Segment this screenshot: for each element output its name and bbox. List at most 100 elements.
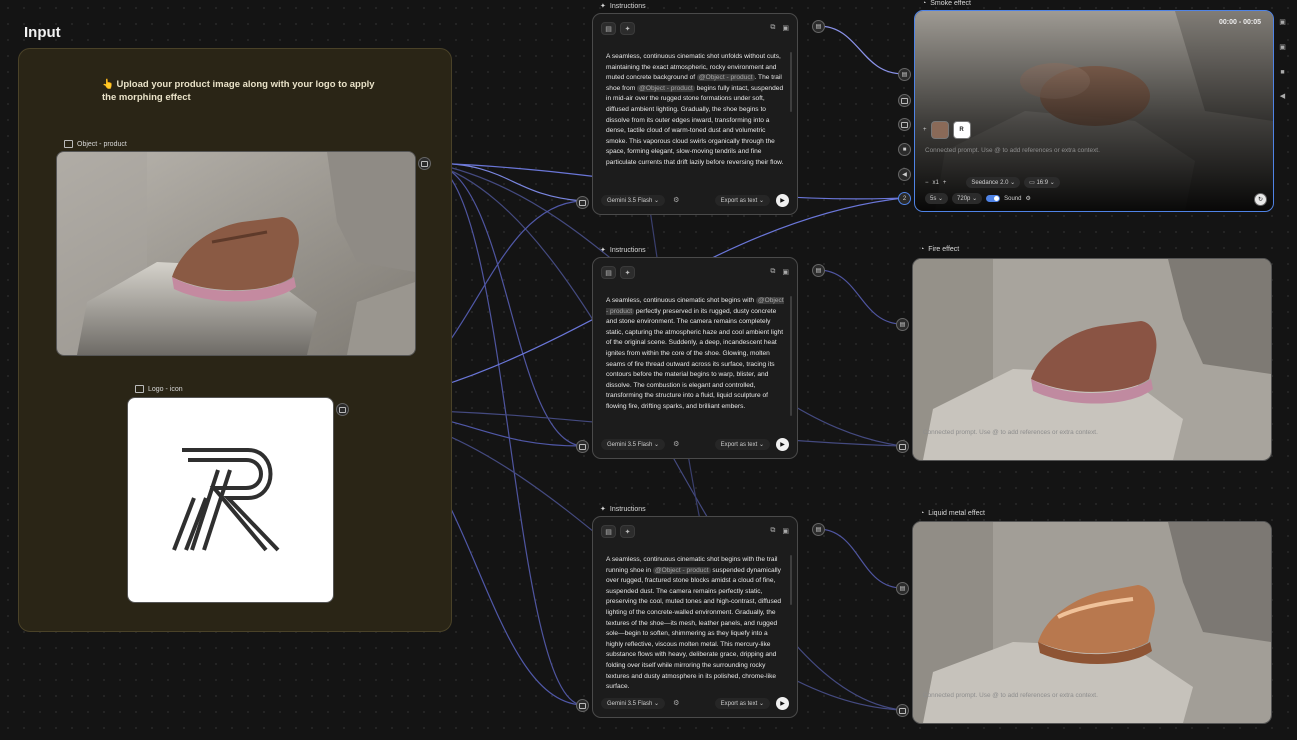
image-icon — [899, 443, 906, 450]
image-icon — [901, 121, 908, 128]
connected-prompt-hint[interactable]: Connected prompt. Use @ to add reference… — [925, 147, 1100, 154]
decrement-button[interactable]: − — [925, 180, 929, 186]
model-select[interactable]: Gemini 3.5 Flash ⌄ — [601, 194, 666, 206]
instructions-3-input-port[interactable] — [576, 699, 589, 712]
model-select[interactable]: Gemini 3.5 Flash ⌄ — [601, 697, 666, 709]
export-as-text-button[interactable]: Export as text ⌄ — [714, 194, 770, 206]
instructions-2-text[interactable]: A seamless, continuous cinematic shot be… — [606, 296, 786, 436]
instructions-2-output-port[interactable]: ▤ — [812, 264, 825, 277]
object-product-label: Object - product — [64, 140, 127, 148]
product-output-port[interactable] — [418, 157, 431, 170]
instructions-2-input-port[interactable] — [576, 440, 589, 453]
audio-icon[interactable]: ◀ — [1277, 91, 1288, 101]
smoke-prompt-port[interactable]: ▤ — [898, 68, 911, 81]
video-generator-icon: ◔ — [920, 510, 925, 517]
video-icon[interactable]: ■ — [1277, 67, 1288, 77]
shoe-photo — [57, 152, 415, 355]
smoke-effect-card[interactable]: 00:00 - 00:05 + R Connected prompt. Use @… — [914, 10, 1274, 212]
sound-toggle[interactable] — [986, 195, 1001, 202]
sparkle-icon[interactable]: ✦ — [620, 266, 635, 279]
instructions-card-2[interactable]: ▤ ✦ ⧉ ▣ A seamless, continuous cinematic s… — [592, 257, 798, 459]
instructions-3-text[interactable]: A seamless, continuous cinematic shot be… — [606, 555, 786, 691]
instructions-3-label: ✦ Instructions — [600, 505, 646, 514]
count-value: x1 — [932, 179, 939, 186]
liquid-image-port[interactable] — [896, 704, 909, 717]
image-icon[interactable]: ▣ — [1277, 42, 1288, 52]
mention-chip[interactable]: @Object - product — [637, 84, 695, 92]
regenerate-button[interactable]: ↻ — [1254, 193, 1267, 206]
run-play-icon[interactable]: ▶ — [776, 437, 789, 451]
text-mode-icon[interactable]: ▤ — [601, 266, 616, 279]
smoke-image-port-2[interactable] — [898, 118, 911, 131]
duration-select[interactable]: 5s ⌄ — [925, 193, 949, 204]
mention-chip[interactable]: @Object - product — [696, 74, 755, 82]
smoke-effect-label-text: Smoke effect — [930, 0, 971, 7]
image-icon — [901, 97, 908, 104]
instructions-card-1[interactable]: ▤ ✦ ⧉ ▣ A seamless, continuous cinematic s… — [592, 13, 798, 215]
instructions-1-text[interactable]: A seamless, continuous cinematic shot un… — [606, 52, 786, 192]
mention-chip[interactable]: @Object - product — [652, 566, 711, 574]
scrollbar[interactable] — [790, 555, 792, 605]
text-mode-icon[interactable]: ▤ — [601, 525, 616, 538]
instructions-3-output-port[interactable]: ▤ — [812, 523, 825, 536]
copy-icon[interactable]: ⧉ — [770, 527, 775, 535]
shoe-reference-thumb[interactable] — [930, 121, 949, 139]
fire-prompt-port[interactable]: ▤ — [896, 318, 909, 331]
image-icon — [579, 199, 586, 206]
sparkle-icon: ✦ — [600, 247, 606, 254]
add-reference-button[interactable]: + — [923, 127, 927, 133]
instructions-1-input-port[interactable] — [576, 196, 589, 209]
aspect-ratio-select[interactable]: ▭ 16:9 ⌄ — [1024, 177, 1060, 188]
export-as-text-button[interactable]: Export as text ⌄ — [714, 438, 770, 450]
upload-note: 👆 Upload your product image along with y… — [102, 78, 382, 104]
scrollbar[interactable] — [790, 52, 792, 112]
image-icon — [421, 160, 428, 167]
copy-icon[interactable]: ⧉ — [770, 268, 775, 276]
text-mode-icon[interactable]: ▤ — [601, 22, 616, 35]
instructions-1-output-port[interactable]: ▤ — [812, 20, 825, 33]
smoke-connection-count[interactable]: 2 — [898, 192, 911, 205]
image-icon[interactable]: ▣ — [1277, 17, 1288, 27]
instructions-card-3[interactable]: ▤ ✦ ⧉ ▣ A seamless, continuous cinematic s… — [592, 516, 798, 718]
ratio-icon: ▭ — [1029, 180, 1035, 186]
smoke-video-port[interactable]: ■ — [898, 143, 911, 156]
expand-icon[interactable]: ▣ — [782, 24, 789, 32]
product-image-card[interactable] — [56, 151, 416, 356]
model-select[interactable]: Seedance 2.0 ⌄ — [966, 177, 1021, 188]
smoke-image-port[interactable] — [898, 94, 911, 107]
video-generator-icon: ◔ — [920, 246, 925, 253]
expand-icon[interactable]: ▣ — [782, 527, 789, 535]
video-timecode: 00:00 - 00:05 — [1218, 19, 1261, 26]
image-icon — [135, 385, 144, 393]
fire-effect-card[interactable]: Connected prompt. Use @ to add reference… — [912, 258, 1272, 461]
sparkle-icon[interactable]: ✦ — [620, 525, 635, 538]
resolution-select[interactable]: 720p ⌄ — [952, 193, 983, 204]
connected-prompt-hint[interactable]: Connected prompt. Use @ to add reference… — [923, 429, 1098, 436]
logo-reference-thumb[interactable]: R — [952, 121, 971, 139]
settings-icon[interactable]: ⚙ — [673, 440, 679, 448]
object-product-label-text: Object - product — [77, 140, 127, 148]
run-play-icon[interactable]: ▶ — [776, 696, 789, 710]
liquid-metal-effect-card[interactable]: Connected prompt. Use @ to add reference… — [912, 521, 1272, 724]
settings-icon[interactable]: ⚙ — [673, 196, 679, 204]
logo-output-port[interactable] — [336, 403, 349, 416]
instructions-2-label: ✦ Instructions — [600, 246, 646, 255]
connected-prompt-hint[interactable]: Connected prompt. Use @ to add reference… — [923, 692, 1098, 699]
increment-button[interactable]: + — [943, 180, 947, 186]
fire-image-port[interactable] — [896, 440, 909, 453]
export-as-text-button[interactable]: Export as text ⌄ — [714, 697, 770, 709]
liquid-metal-effect-label-text: Liquid metal effect — [928, 510, 985, 517]
run-play-icon[interactable]: ▶ — [776, 193, 789, 207]
logo-image-card[interactable] — [127, 397, 334, 603]
expand-icon[interactable]: ▣ — [782, 268, 789, 276]
copy-icon[interactable]: ⧉ — [770, 24, 775, 32]
pointing-hand-icon: 👆 — [102, 79, 114, 90]
settings-icon[interactable]: ⚙ — [1025, 195, 1030, 202]
scrollbar[interactable] — [790, 296, 792, 416]
smoke-audio-port[interactable]: ◀ — [898, 168, 911, 181]
liquid-prompt-port[interactable]: ▤ — [896, 582, 909, 595]
settings-icon[interactable]: ⚙ — [673, 699, 679, 707]
model-select[interactable]: Gemini 3.5 Flash ⌄ — [601, 438, 666, 450]
sparkle-icon[interactable]: ✦ — [620, 22, 635, 35]
instructions-2-label-text: Instructions — [609, 246, 646, 254]
